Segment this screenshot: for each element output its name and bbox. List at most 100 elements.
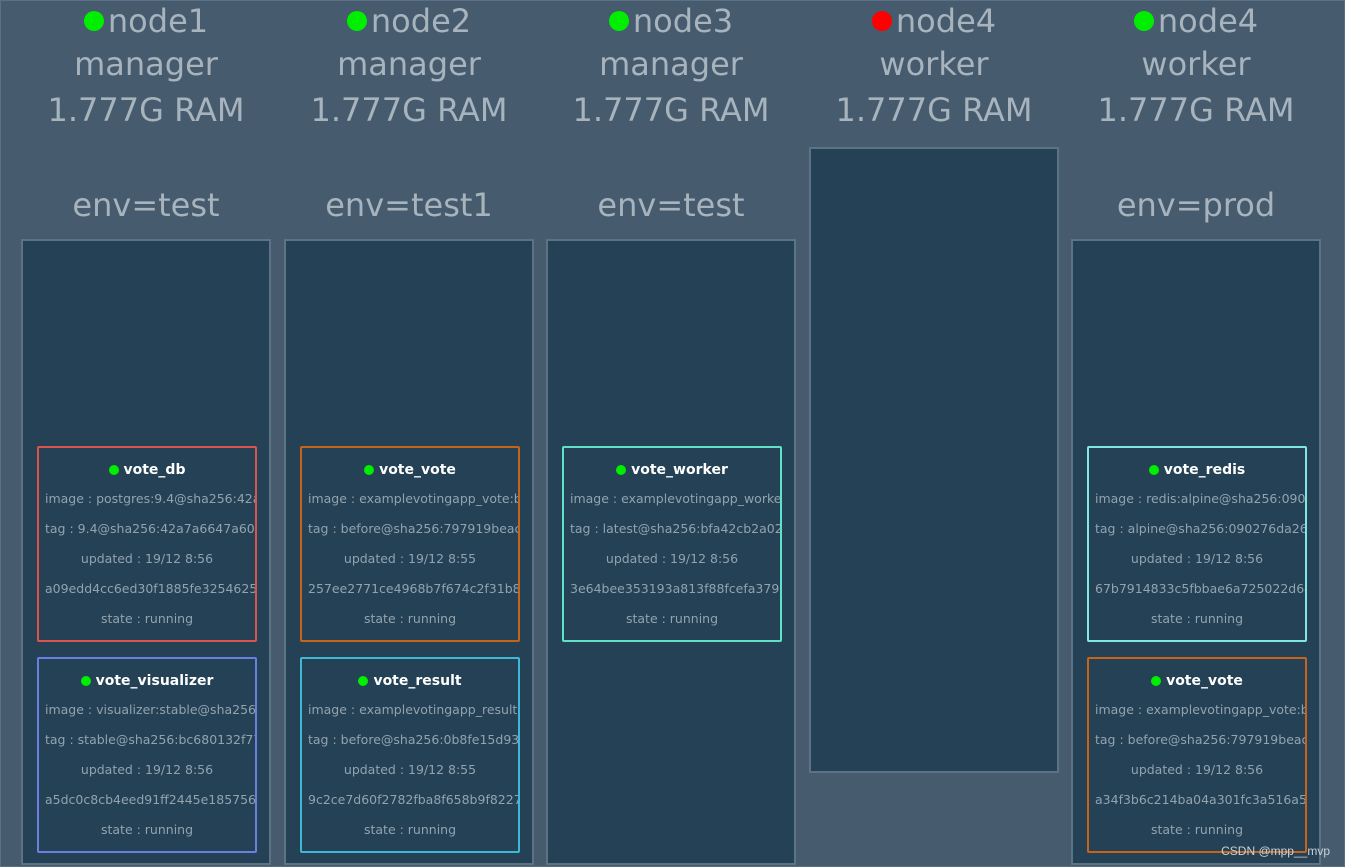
service-image: image : examplevotingapp_vote:before [1095, 702, 1305, 717]
service-tag: tag : before@sha256:797919beacc23 [1095, 732, 1305, 747]
service-status-icon [80, 676, 91, 686]
node-name: node3 [632, 2, 734, 40]
node-header: node1 manager 1.777G RAM [21, 1, 271, 133]
service-state: state : running [363, 822, 457, 837]
service-tag: tag : latest@sha256:bfa42cb2a0200c [570, 521, 780, 536]
service-id: a34f3b6c214ba04a301fc3a516a563c2 [1095, 792, 1305, 807]
node-ram: 1.777G RAM [1097, 91, 1295, 129]
service-card[interactable]: vote_visualizerimage : visualizer:stable… [37, 657, 257, 853]
service-name-label: vote_db [123, 462, 186, 478]
service-card[interactable]: vote_resultimage : examplevotingapp_resu… [300, 657, 520, 853]
swarm-visualizer: node1 manager 1.777G RAM env=test vote_dbima… [0, 0, 1345, 867]
node-name: node1 [107, 2, 209, 40]
node-env-label: env=test1 [325, 186, 493, 224]
service-image: image : postgres:9.4@sha256:42a7a6647a60… [45, 491, 255, 506]
service-name-label: vote_vote [379, 462, 456, 478]
service-name: vote_visualizer [39, 671, 255, 691]
status-dot-icon [608, 11, 629, 31]
service-card[interactable]: vote_voteimage : examplevotingapp_vote:b… [1087, 657, 1307, 853]
watermark: CSDN @mpp__mvp [1221, 844, 1330, 858]
service-tag: tag : before@sha256:0b8fe15d93c08 [308, 732, 518, 747]
node-name: node4 [1157, 2, 1259, 40]
service-updated: updated : 19/12 8:56 [1130, 551, 1264, 566]
service-state: state : running [625, 611, 719, 626]
node-ram: 1.777G RAM [47, 91, 245, 129]
node-title: node2 [284, 1, 534, 41]
service-updated: updated : 19/12 8:56 [1130, 762, 1264, 777]
service-status-icon [358, 676, 369, 686]
service-state: state : running [1150, 822, 1244, 837]
service-status-icon [108, 465, 119, 475]
service-updated: updated : 19/12 8:56 [80, 762, 214, 777]
node-role: worker [879, 45, 989, 83]
service-id: 257ee2771ce4968b7f674c2f31b8bee1 [308, 581, 518, 596]
node-container [809, 147, 1059, 773]
service-image: image : redis:alpine@sha256:090276da [1095, 491, 1305, 506]
service-name: vote_worker [564, 460, 780, 480]
service-state: state : running [1150, 611, 1244, 626]
status-dot-icon [346, 11, 367, 31]
service-status-icon [616, 465, 627, 475]
node-header: node4 worker 1.777G RAM [809, 1, 1059, 133]
service-name: vote_db [39, 460, 255, 480]
service-image: image : examplevotingapp_result:bef [308, 702, 518, 717]
node-env-label: env=prod [1116, 186, 1276, 224]
service-image: image : visualizer:stable@sha256:bc68013… [45, 702, 255, 717]
service-status-icon [364, 465, 375, 475]
service-id: 3e64bee353193a813f88fcefa379865d [570, 581, 780, 596]
node-role: manager [599, 45, 743, 83]
service-image: image : examplevotingapp_worker:la [570, 491, 780, 506]
service-status-icon [1148, 465, 1159, 475]
service-name-label: vote_worker [631, 462, 728, 478]
node-env-label: env=test [597, 186, 745, 224]
service-id: 9c2ce7d60f2782fba8f658b9f8227b6a [308, 792, 518, 807]
service-name: vote_vote [302, 460, 518, 480]
service-name: vote_vote [1089, 671, 1305, 691]
node-header: node2 manager 1.777G RAM [284, 1, 534, 133]
status-dot-icon [871, 11, 892, 31]
service-tag: tag : 9.4@sha256:42a7a6647a602efa [45, 521, 255, 536]
service-state: state : running [363, 611, 457, 626]
node-name: node2 [370, 2, 472, 40]
node-role: manager [74, 45, 218, 83]
service-updated: updated : 19/12 8:55 [343, 551, 477, 566]
service-id: a09edd4cc6ed30f1885fe3254625da7a [45, 581, 255, 596]
node-title: node3 [546, 1, 796, 41]
node-header: node4 worker 1.777G RAM [1071, 1, 1321, 133]
service-tag: tag : before@sha256:797919beacc23 [308, 521, 518, 536]
service-name: vote_result [302, 671, 518, 691]
node-title: node1 [21, 1, 271, 41]
service-updated: updated : 19/12 8:56 [80, 551, 214, 566]
status-dot-icon [1133, 11, 1154, 31]
service-card[interactable]: vote_voteimage : examplevotingapp_vote:b… [300, 446, 520, 642]
service-name-label: vote_result [373, 673, 462, 689]
node-env-label: env=test [72, 186, 220, 224]
node-name: node4 [895, 2, 997, 40]
service-status-icon [1151, 676, 1162, 686]
node-role: worker [1141, 45, 1251, 83]
service-name: vote_redis [1089, 460, 1305, 480]
service-updated: updated : 19/12 8:55 [343, 762, 477, 777]
node-title: node4 [1071, 1, 1321, 41]
node-ram: 1.777G RAM [572, 91, 770, 129]
node-container: vote_dbimage : postgres:9.4@sha256:42a7a… [21, 239, 271, 865]
service-id: 67b7914833c5fbbae6a725022d64f33a [1095, 581, 1305, 596]
service-name-label: vote_visualizer [95, 673, 214, 689]
service-state: state : running [100, 822, 194, 837]
service-tag: tag : stable@sha256:bc680132f772cb [45, 732, 255, 747]
service-state: state : running [100, 611, 194, 626]
node-container: vote_voteimage : examplevotingapp_vote:b… [284, 239, 534, 865]
node-ram: 1.777G RAM [835, 91, 1033, 129]
service-card[interactable]: vote_redisimage : redis:alpine@sha256:09… [1087, 446, 1307, 642]
service-name-label: vote_redis [1163, 462, 1246, 478]
service-id: a5dc0c8cb4eed91ff2445e18575681c3 [45, 792, 255, 807]
service-card[interactable]: vote_dbimage : postgres:9.4@sha256:42a7a… [37, 446, 257, 642]
service-card[interactable]: vote_workerimage : examplevotingapp_work… [562, 446, 782, 642]
service-name-label: vote_vote [1166, 673, 1243, 689]
service-image: image : examplevotingapp_vote:before [308, 491, 518, 506]
service-tag: tag : alpine@sha256:090276da2603c [1095, 521, 1305, 536]
node-header: node3 manager 1.777G RAM [546, 1, 796, 133]
node-role: manager [337, 45, 481, 83]
service-updated: updated : 19/12 8:56 [605, 551, 739, 566]
status-dot-icon [83, 11, 104, 31]
